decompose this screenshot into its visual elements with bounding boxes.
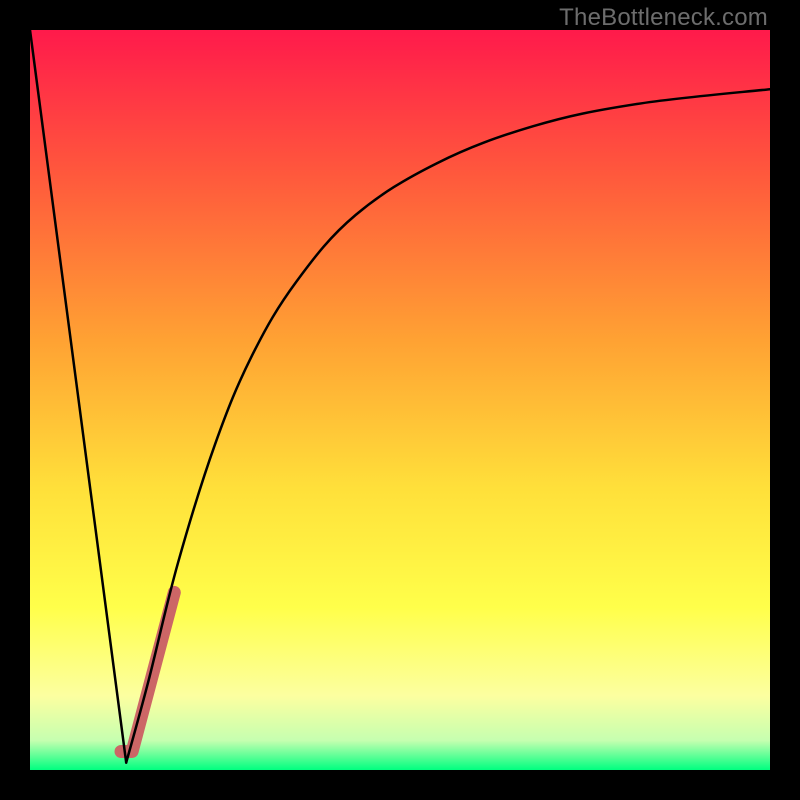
rising-curve — [126, 89, 770, 762]
descending-line — [30, 30, 126, 763]
highlight-segment — [121, 592, 174, 751]
plot-area — [30, 30, 770, 770]
curves-layer — [30, 30, 770, 770]
watermark-text: TheBottleneck.com — [559, 4, 768, 32]
chart-stage: TheBottleneck.com — [0, 0, 800, 800]
